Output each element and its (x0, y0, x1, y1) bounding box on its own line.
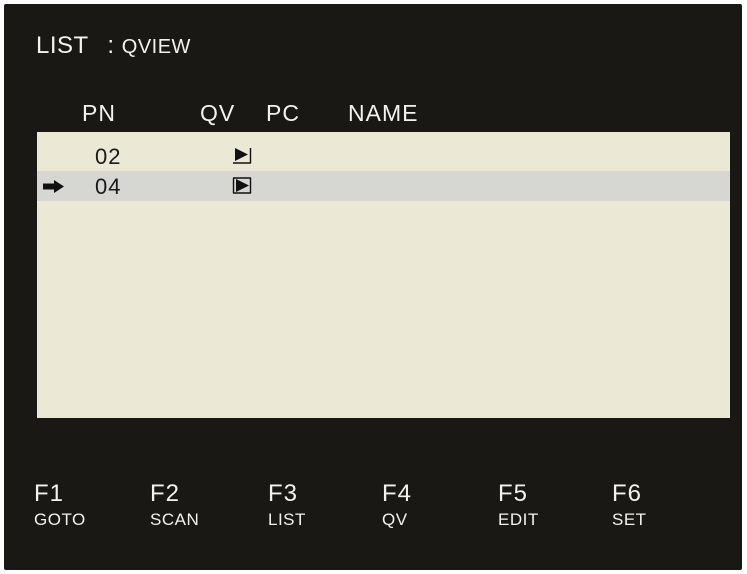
port-list: 02 04 (37, 132, 730, 418)
column-header-pc[interactable]: PC (266, 100, 300, 127)
function-key-code: F1 (34, 480, 65, 507)
function-key-f6[interactable]: F6 SET (612, 480, 647, 530)
osd-screen: LIST : QVIEW PN QV PC NAME 02 04 F1 GOTO… (4, 4, 742, 570)
function-key-f4[interactable]: F4 QV (382, 480, 412, 530)
function-key-f2[interactable]: F2 SCAN (150, 480, 199, 530)
function-key-code: F6 (612, 480, 643, 507)
function-key-label: SCAN (150, 510, 200, 529)
function-key-label: GOTO (34, 510, 86, 529)
play-triangle-icon[interactable] (232, 147, 252, 164)
function-key-code: F5 (498, 480, 529, 507)
title-screen-name: LIST (36, 32, 89, 59)
screen-title: LIST : QVIEW (36, 32, 191, 60)
list-row-port-02[interactable]: 02 (37, 141, 730, 171)
function-key-code: F4 (382, 480, 413, 507)
port-number: 04 (95, 174, 122, 199)
function-key-label: SET (612, 510, 647, 529)
column-header-pn[interactable]: PN (82, 100, 116, 127)
port-number: 02 (95, 144, 122, 169)
column-header-qv[interactable]: QV (200, 100, 235, 127)
play-triangle-icon[interactable] (232, 177, 252, 194)
function-key-code: F2 (150, 480, 181, 507)
right-arrow-icon (43, 180, 64, 193)
column-header-name[interactable]: NAME (348, 100, 418, 127)
function-key-f5[interactable]: F5 EDIT (498, 480, 539, 530)
function-key-label: EDIT (498, 510, 539, 529)
function-key-label: LIST (268, 510, 306, 529)
title-mode: QVIEW (121, 36, 191, 58)
list-row-port-04[interactable]: 04 (37, 171, 730, 201)
function-key-f3[interactable]: F3 LIST (268, 480, 306, 530)
title-separator: : (107, 32, 115, 59)
function-key-f1[interactable]: F1 GOTO (34, 480, 86, 530)
function-key-code: F3 (268, 480, 299, 507)
function-key-label: QV (382, 510, 408, 529)
